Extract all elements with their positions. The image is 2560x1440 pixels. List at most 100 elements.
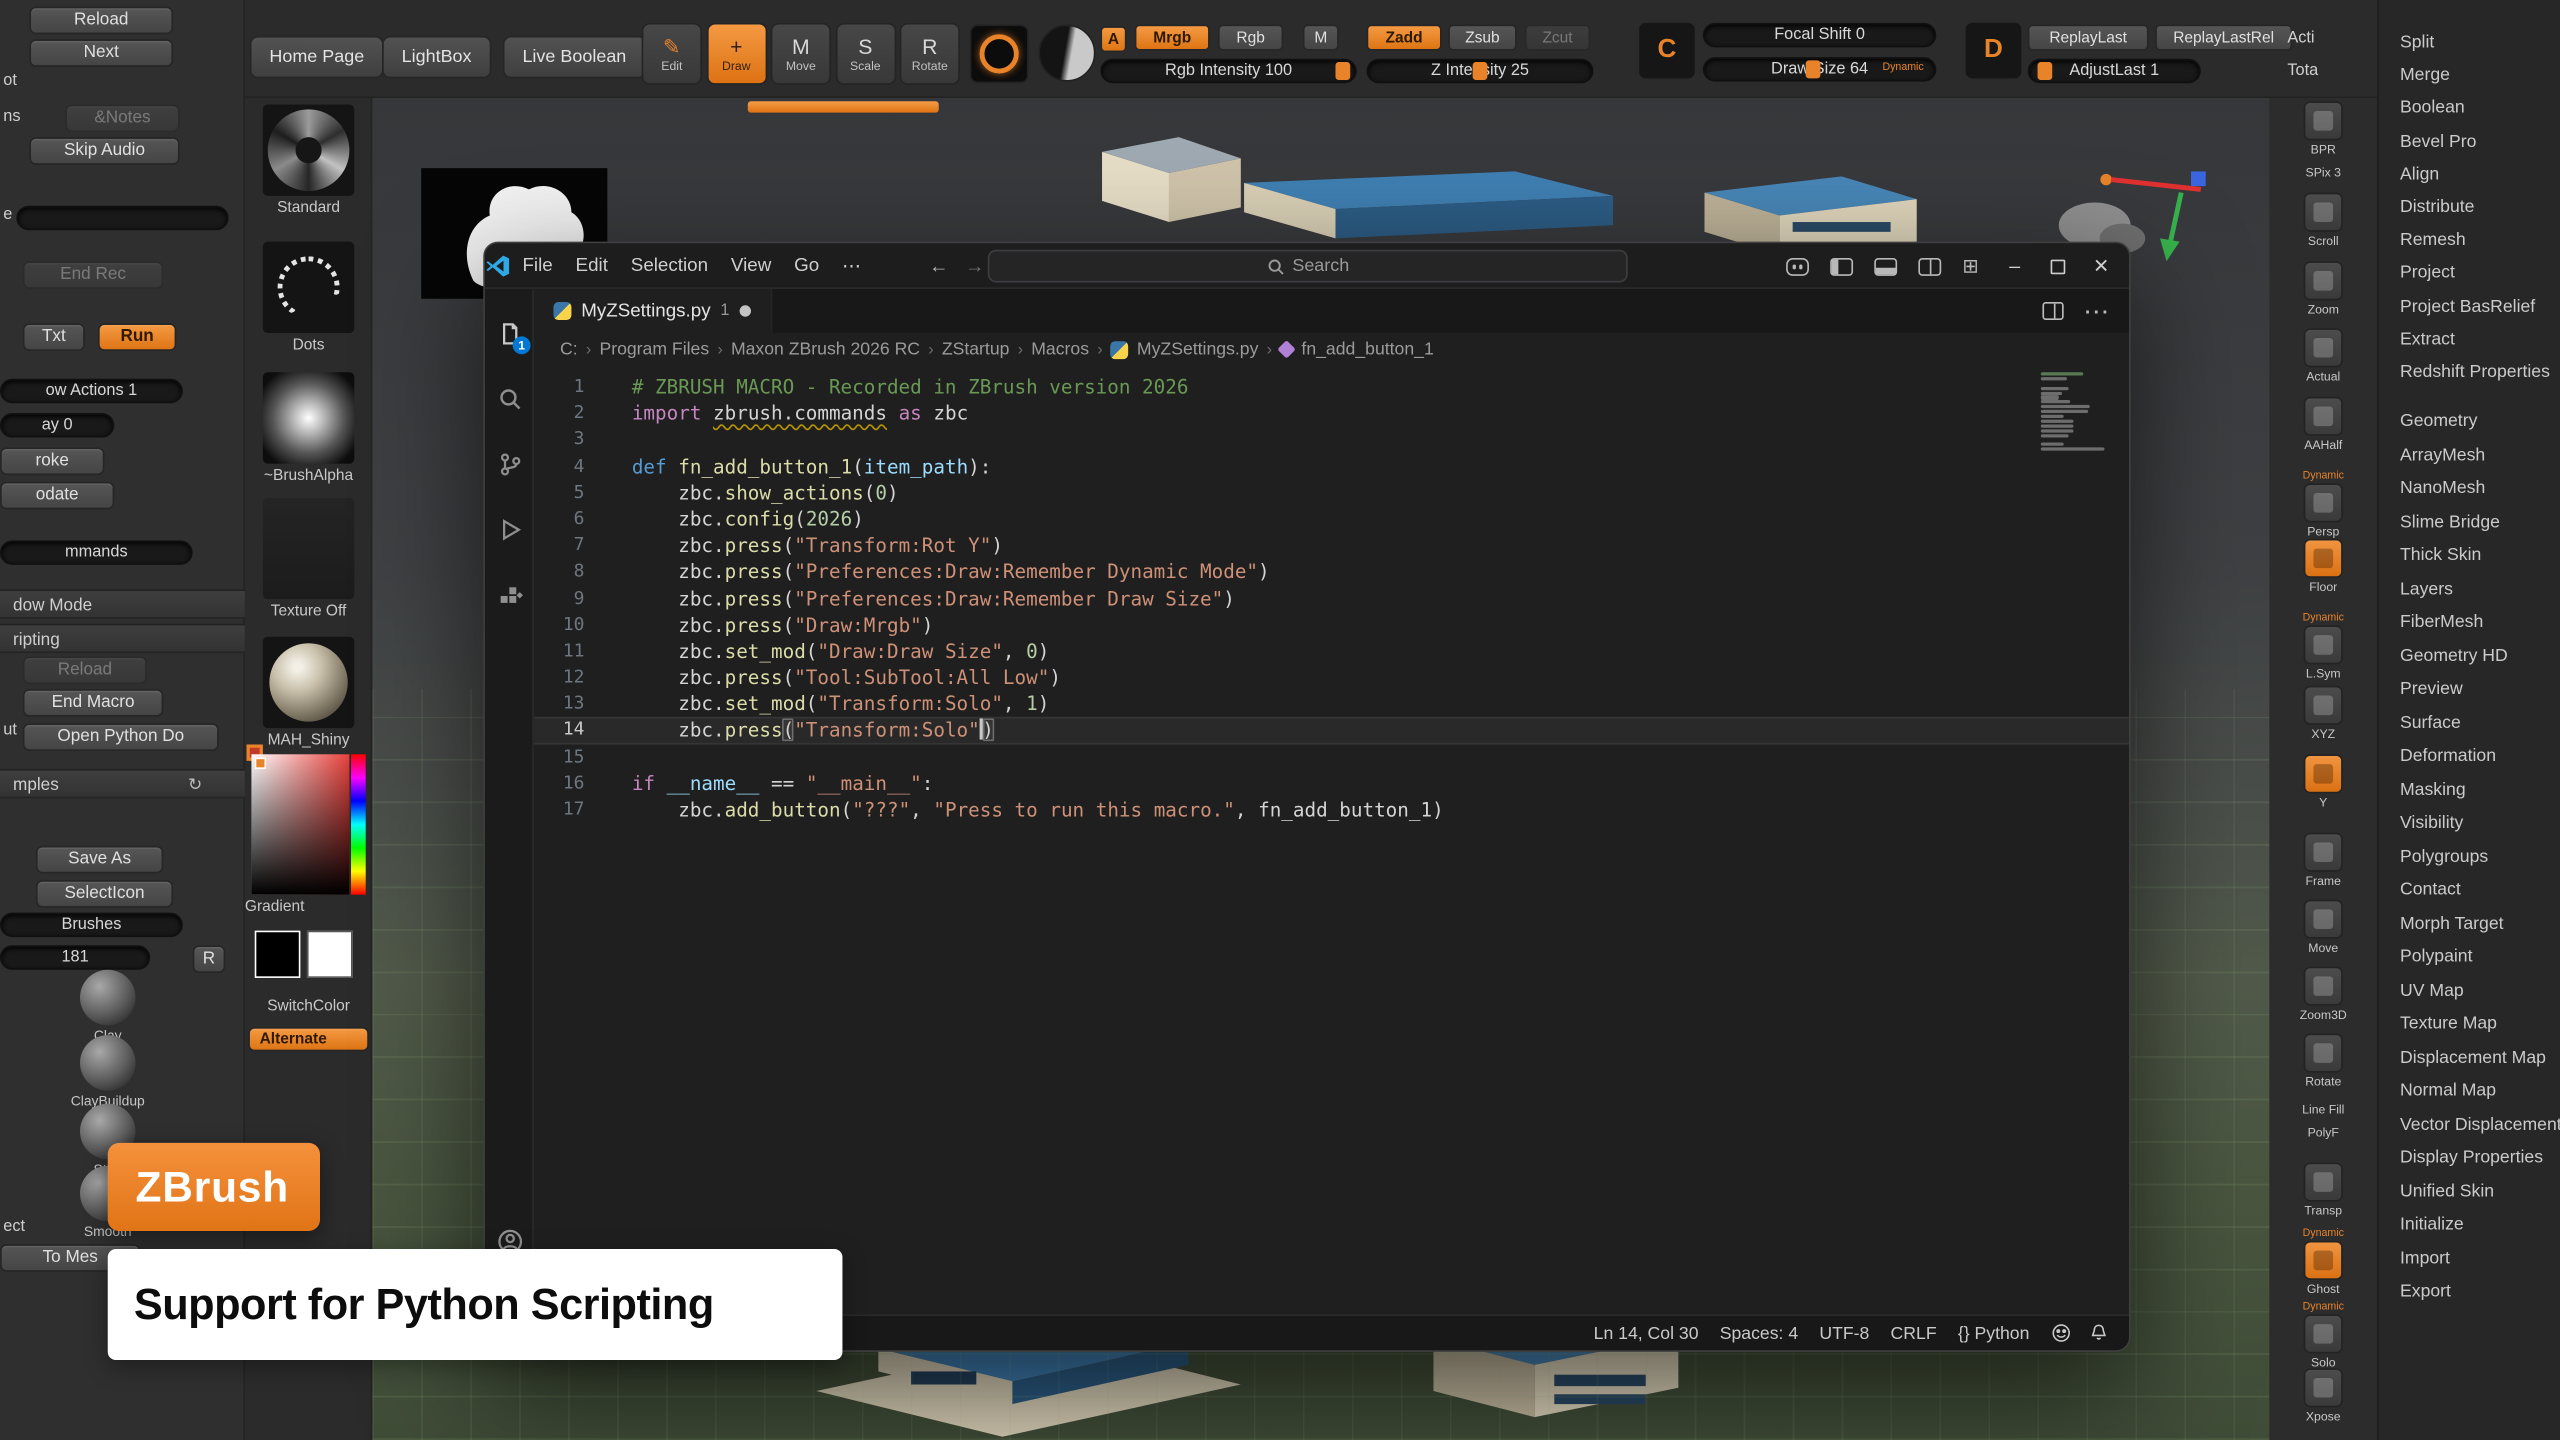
tool-subpalette-texture-map[interactable]: Texture Map — [2379, 1007, 2560, 1040]
code-line[interactable]: 16if __name__ == "__main__": — [534, 770, 2129, 796]
tool-action-merge[interactable]: Merge — [2379, 59, 2560, 92]
left-reload[interactable]: Reload — [23, 656, 147, 684]
tool-subpalette-displacement-map[interactable]: Displacement Map — [2379, 1041, 2560, 1074]
tool-subpalette-masking[interactable]: Masking — [2379, 773, 2560, 806]
tool-subpalette-thick-skin[interactable]: Thick Skin — [2379, 539, 2560, 572]
left-roke[interactable]: roke — [0, 447, 104, 475]
shelf-y[interactable]: Y — [2269, 754, 2377, 810]
menu-item-view[interactable]: View — [719, 251, 782, 280]
menu-item-file[interactable]: File — [511, 251, 564, 280]
tool-action-redshift-properties[interactable]: Redshift Properties — [2379, 356, 2560, 389]
shelf-bpr[interactable]: BPR — [2269, 101, 2377, 157]
tool-action-bevel-pro[interactable]: Bevel Pro — [2379, 125, 2560, 158]
shelf-floor[interactable]: Floor — [2269, 539, 2377, 595]
feedback-smiley-icon[interactable] — [2051, 1322, 2072, 1343]
m-button[interactable]: M — [1303, 24, 1339, 50]
shelf-scroll[interactable]: Scroll — [2269, 193, 2377, 249]
shelf-xpose[interactable]: Xpose — [2269, 1368, 2377, 1424]
tab-myzsettings[interactable]: MyZSettings.py 1 — [534, 289, 772, 333]
saturation-value-square[interactable] — [251, 754, 349, 894]
tool-subpalette-geometry[interactable]: Geometry — [2379, 405, 2560, 438]
code-line[interactable]: 7 zbc.press("Transform:Rot Y") — [534, 532, 2129, 558]
toggle-secondary-sidebar-icon[interactable] — [1918, 257, 1941, 275]
code-line[interactable]: 5 zbc.show_actions(0) — [534, 480, 2129, 506]
menu-item-selection[interactable]: Selection — [619, 251, 719, 280]
tool-subpalette-arraymesh[interactable]: ArrayMesh — [2379, 438, 2560, 471]
status-item-spaces-4[interactable]: Spaces: 4 — [1720, 1323, 1798, 1343]
tool-subpalette-polygroups[interactable]: Polygroups — [2379, 840, 2560, 873]
alternate-button[interactable]: Alternate — [248, 1027, 369, 1051]
forward-arrow-icon[interactable]: → — [965, 254, 985, 277]
adjust-last-slider[interactable]: AdjustLast 1 — [2028, 59, 2201, 83]
tool-subpalette-surface[interactable]: Surface — [2379, 706, 2560, 739]
shelf-zoom3d[interactable]: Zoom3D — [2269, 967, 2377, 1023]
breadcrumb-item[interactable]: C: — [560, 340, 578, 360]
left-slider[interactable] — [16, 206, 228, 230]
breadcrumb-item[interactable]: ZStartup — [942, 340, 1010, 360]
notifications-bell-icon[interactable] — [2088, 1322, 2109, 1343]
stroke-preview[interactable] — [970, 24, 1029, 83]
vscode-titlebar[interactable]: FileEditSelectionViewGo⋯ ← → Search ⊞ – … — [485, 243, 2129, 289]
left-save-as[interactable]: Save As — [36, 846, 163, 874]
shelf-aahalf[interactable]: AAHalf — [2269, 397, 2377, 453]
tool-subpalette-unified-skin[interactable]: Unified Skin — [2379, 1175, 2560, 1208]
back-arrow-icon[interactable]: ← — [929, 254, 949, 277]
tool-subpalette-slime-bridge[interactable]: Slime Bridge — [2379, 505, 2560, 538]
left-odate[interactable]: odate — [0, 482, 114, 510]
left-notes[interactable]: &Notes — [65, 104, 179, 132]
breadcrumb-item[interactable]: Macros — [1031, 340, 1089, 360]
material-preview[interactable] — [1038, 24, 1095, 81]
tool-subpalette-vector-displacement[interactable]: Vector Displacement — [2379, 1108, 2560, 1141]
left-ow-actions-1[interactable]: ow Actions 1 — [0, 379, 183, 403]
strip-standard[interactable]: Standard — [245, 104, 372, 217]
zadd-button[interactable]: Zadd — [1367, 24, 1442, 50]
tool-subpalette-import[interactable]: Import — [2379, 1242, 2560, 1275]
code-line[interactable]: 2import zbrush.commands as zbc — [534, 400, 2129, 426]
left-brushes[interactable]: Brushes — [0, 913, 183, 937]
color-picker[interactable]: Gradient — [245, 754, 372, 916]
tool-action-project-basrelief[interactable]: Project BasRelief — [2379, 290, 2560, 323]
strip-texture-off[interactable]: Texture Off — [245, 498, 372, 620]
left-selecticon[interactable]: SelectIcon — [36, 880, 173, 908]
tool-action-split[interactable]: Split — [2379, 26, 2560, 59]
menu-item-item[interactable]: ⋯ — [831, 249, 873, 282]
left-txt[interactable]: Txt — [23, 323, 85, 351]
shelf-spix-3[interactable]: SPix 3 — [2269, 163, 2377, 179]
close-button[interactable]: ✕ — [2087, 255, 2116, 278]
tool-action-boolean[interactable]: Boolean — [2379, 92, 2560, 125]
code-line[interactable]: 1# ZBRUSH MACRO - Recorded in ZBrush ver… — [534, 374, 2129, 400]
code-line[interactable]: 15 — [534, 744, 2129, 770]
status-item-ln-14-col-30[interactable]: Ln 14, Col 30 — [1594, 1323, 1699, 1343]
replay-icon[interactable]: D — [1964, 21, 2023, 80]
tool-subpalette-uv-map[interactable]: UV Map — [2379, 974, 2560, 1007]
tool-subpalette-display-properties[interactable]: Display Properties — [2379, 1141, 2560, 1174]
tool-subpalette-normal-map[interactable]: Normal Map — [2379, 1074, 2560, 1107]
replay-last-button[interactable]: ReplayLast — [2028, 24, 2149, 50]
shelf-polyf[interactable]: PolyF — [2269, 1123, 2377, 1139]
breadcrumb-item[interactable]: Program Files — [599, 340, 709, 360]
left-ay-0[interactable]: ay 0 — [0, 413, 114, 437]
left-next[interactable]: Next — [29, 39, 173, 67]
home-page-button[interactable]: Home Page — [250, 36, 384, 78]
left-r[interactable]: R — [193, 945, 226, 973]
rgb-intensity-slider[interactable]: Rgb Intensity 100 — [1100, 59, 1356, 83]
left-181[interactable]: 181 — [0, 945, 150, 969]
shelf-ghost[interactable]: DynamicGhost — [2269, 1228, 2377, 1297]
tool-subpalette-fibermesh[interactable]: FiberMesh — [2379, 606, 2560, 639]
menu-item-go[interactable]: Go — [783, 251, 831, 280]
shelf-xyz[interactable]: XYZ — [2269, 686, 2377, 742]
code-line[interactable]: 14 zbc.press("Transform:Solo") — [534, 717, 2129, 743]
toggle-panel-icon[interactable] — [1874, 257, 1897, 275]
shelf-line-fill[interactable]: Line Fill — [2269, 1100, 2377, 1116]
code-line[interactable]: 3 — [534, 427, 2129, 453]
tool-action-extract[interactable]: Extract — [2379, 323, 2560, 356]
run-debug-icon[interactable] — [485, 504, 534, 553]
shelf-move[interactable]: Move — [2269, 900, 2377, 956]
code-line[interactable]: 13 zbc.set_mod("Transform:Solo", 1) — [534, 691, 2129, 717]
a-button[interactable]: A — [1100, 26, 1126, 52]
toggle-primary-sidebar-icon[interactable] — [1830, 257, 1853, 275]
dynamic-label[interactable]: Dynamic — [1882, 62, 1923, 73]
left-skip-audio[interactable]: Skip Audio — [29, 137, 179, 165]
left-ripting[interactable]: ripting — [0, 624, 245, 653]
minimize-button[interactable]: – — [2000, 255, 2029, 278]
